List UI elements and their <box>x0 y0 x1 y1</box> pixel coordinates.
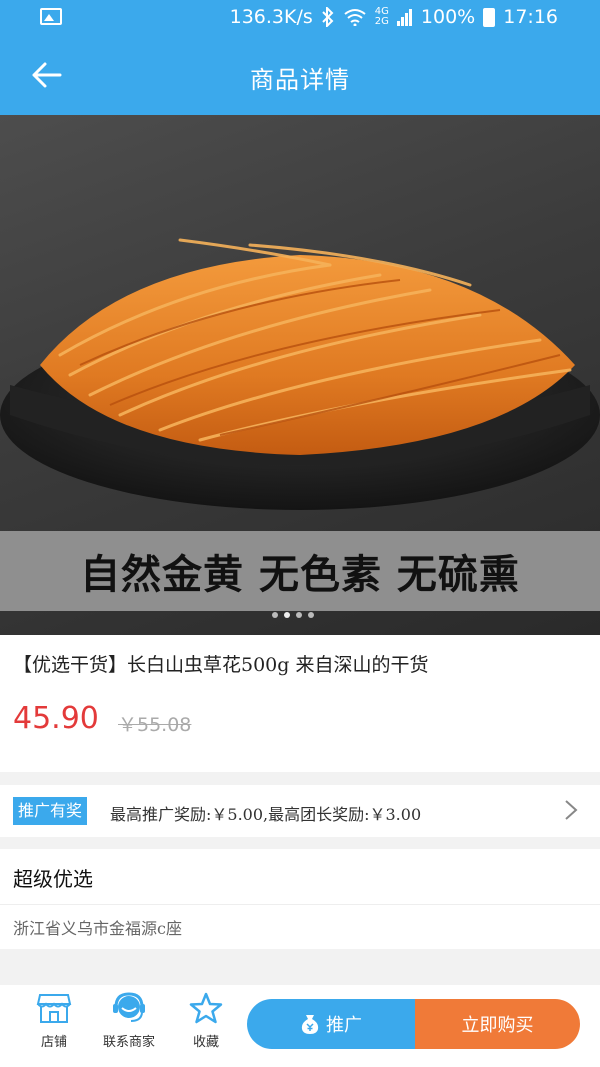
contact-seller-button[interactable]: 联系商家 <box>89 991 169 1050</box>
store-label: 店铺 <box>40 1035 67 1050</box>
clock: 17:16 <box>503 6 558 28</box>
image-notification-icon <box>40 8 62 25</box>
carousel-dot <box>296 612 302 618</box>
network-type-labels: 4G 2G <box>375 7 389 27</box>
product-image-carousel[interactable]: 自然金黄 无色素 无硫熏 <box>0 115 600 635</box>
promote-label: 推广 <box>326 1015 362 1036</box>
status-right: 136.3K/s 4G 2G 100% 17:16 <box>230 6 558 28</box>
money-bag-icon <box>301 1015 319 1034</box>
customer-service-icon <box>113 992 145 1022</box>
star-icon <box>189 992 223 1024</box>
page-title: 商品详情 <box>250 66 350 94</box>
promote-button[interactable]: 推广 <box>247 999 415 1049</box>
store-button[interactable]: 店铺 <box>14 991 94 1050</box>
product-price: 45.90 <box>13 701 99 736</box>
shop-address: 浙江省义乌市金福源c座 <box>13 919 182 938</box>
signal-icon <box>396 9 412 26</box>
nav-bar: 商品详情 <box>0 36 600 115</box>
favorite-label: 收藏 <box>192 1035 219 1050</box>
wifi-icon <box>344 9 366 26</box>
promotion-text: 最高推广奖励:￥5.00,最高团长奖励:￥3.00 <box>110 805 422 824</box>
battery-percent: 100% <box>420 6 476 28</box>
promotion-reward-row[interactable]: 推广有奖 最高推广奖励:￥5.00,最高团长奖励:￥3.00 <box>0 785 600 837</box>
buy-now-button[interactable]: 立即购买 <box>415 999 580 1049</box>
network-speed: 136.3K/s <box>229 6 313 28</box>
bluetooth-icon <box>322 7 334 27</box>
battery-icon <box>483 7 496 27</box>
network-label-2g: 2G <box>374 16 389 27</box>
favorite-button[interactable]: 收藏 <box>166 991 246 1050</box>
carousel-indicator <box>272 612 314 618</box>
store-icon <box>36 994 72 1023</box>
original-price: ￥55.08 <box>118 714 192 736</box>
buy-now-label: 立即购买 <box>461 1015 534 1036</box>
banner-slogan: 自然金黄 无色素 无硫熏 <box>0 531 600 611</box>
shop-name: 超级优选 <box>13 867 93 891</box>
carousel-dot <box>308 612 314 618</box>
bottom-action-bar: 店铺 联系商家 收藏 推广 立即购买 <box>0 985 600 1067</box>
status-bar: 136.3K/s 4G 2G 100% 17:16 <box>0 0 600 36</box>
divider <box>0 904 600 905</box>
promotion-tag: 推广有奖 <box>13 797 88 825</box>
carousel-dot-active <box>284 612 290 618</box>
shop-info[interactable]: 超级优选 浙江省义乌市金福源c座 <box>0 849 600 949</box>
product-info: 【优选干货】长白山虫草花500g 来自深山的干货 45.90 ￥55.08 <box>0 635 600 772</box>
product-photo <box>0 238 600 510</box>
carousel-dot <box>272 612 278 618</box>
chevron-right-icon <box>565 800 578 820</box>
contact-label: 联系商家 <box>102 1035 155 1050</box>
product-title: 【优选干货】长白山虫草花500g 来自深山的干货 <box>13 654 429 676</box>
